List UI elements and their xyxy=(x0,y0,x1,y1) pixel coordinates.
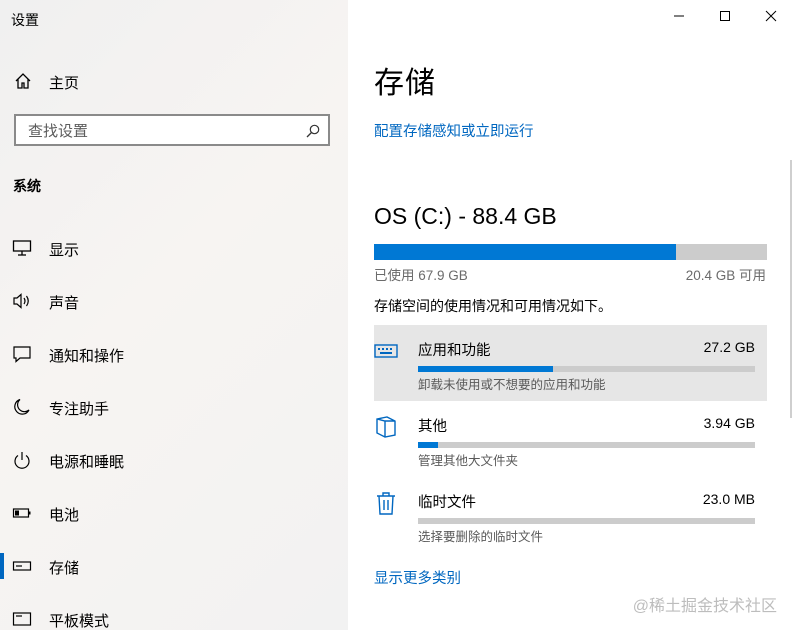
home-icon xyxy=(15,73,31,89)
sidebar-item-power[interactable]: 电源和睡眠 xyxy=(0,440,348,480)
search-box[interactable] xyxy=(14,114,330,146)
category-size: 27.2 GB xyxy=(703,339,755,355)
scrollbar[interactable] xyxy=(790,160,792,418)
sidebar-item-label: 声音 xyxy=(49,295,80,312)
power-icon xyxy=(14,452,30,469)
category-name: 其他 xyxy=(418,419,447,435)
sidebar-item-label: 存储 xyxy=(49,560,80,577)
minimize-icon xyxy=(674,15,684,17)
active-indicator xyxy=(0,553,4,579)
notification-icon xyxy=(13,346,31,363)
category-usage-bar xyxy=(418,366,755,372)
sidebar-item-label: 电源和睡眠 xyxy=(49,454,125,471)
category-apps-features[interactable]: 应用和功能 27.2 GB 卸载未使用或不想要的应用和功能 xyxy=(374,325,767,401)
moon-icon xyxy=(14,398,30,415)
show-more-categories-link[interactable]: 显示更多类别 xyxy=(374,567,461,588)
category-name: 临时文件 xyxy=(418,495,476,511)
sidebar-item-label: 通知和操作 xyxy=(49,348,125,365)
minimize-button[interactable] xyxy=(656,0,702,32)
category-usage-bar xyxy=(418,518,755,524)
maximize-icon xyxy=(720,11,730,21)
category-usage-fill xyxy=(418,442,439,448)
speaker-icon xyxy=(13,293,29,309)
storage-description: 存储空间的使用情况和可用情况如下。 xyxy=(374,298,612,314)
drive-usage-fill xyxy=(374,244,676,260)
sidebar-item-display[interactable]: 显示 xyxy=(0,228,348,268)
sidebar-item-label: 平板模式 xyxy=(49,613,110,630)
sidebar-item-tablet-mode[interactable]: 平板模式 xyxy=(0,599,348,639)
monitor-icon xyxy=(12,240,32,256)
close-icon xyxy=(765,10,777,22)
main-pane: 存储 配置存储感知或立即运行 OS (C:) - 88.4 GB 已使用 67.… xyxy=(348,0,795,630)
sidebar: 设置 主页 系统 显示 声音 通知和操作 xyxy=(0,0,348,630)
category-usage-fill xyxy=(418,366,553,372)
category-subtitle: 管理其他大文件夹 xyxy=(418,454,519,468)
battery-icon xyxy=(12,508,31,518)
search-input[interactable] xyxy=(26,121,290,141)
close-button[interactable] xyxy=(748,0,794,32)
sidebar-item-sound[interactable]: 声音 xyxy=(0,281,348,321)
folder-icon xyxy=(376,416,396,438)
sidebar-item-focus-assist[interactable]: 专注助手 xyxy=(0,387,348,427)
maximize-button[interactable] xyxy=(702,0,748,32)
category-name: 应用和功能 xyxy=(418,343,491,359)
category-usage-bar xyxy=(418,442,755,448)
drive-title: OS (C:) - 88.4 GB xyxy=(374,203,557,229)
trash-icon xyxy=(377,492,395,515)
configure-storage-sense-link[interactable]: 配置存储感知或立即运行 xyxy=(374,120,534,141)
category-subtitle: 选择要删除的临时文件 xyxy=(418,530,544,544)
keyboard-icon xyxy=(374,344,398,358)
section-heading: 系统 xyxy=(13,178,41,194)
category-temp-files[interactable]: 临时文件 23.0 MB 选择要删除的临时文件 xyxy=(374,477,767,553)
free-space-label: 20.4 GB 可用 xyxy=(685,268,766,283)
category-size: 23.0 MB xyxy=(702,491,755,507)
sidebar-item-storage[interactable]: 存储 xyxy=(0,546,348,586)
storage-icon xyxy=(12,561,32,571)
page-title: 存储 xyxy=(374,67,436,100)
sidebar-item-label: 显示 xyxy=(49,242,80,259)
category-other[interactable]: 其他 3.94 GB 管理其他大文件夹 xyxy=(374,401,767,477)
sidebar-item-label: 专注助手 xyxy=(49,401,110,418)
sidebar-item-label: 主页 xyxy=(49,75,80,92)
search-icon[interactable] xyxy=(306,124,320,138)
used-space-label: 已使用 67.9 GB xyxy=(374,268,468,283)
sidebar-item-label: 电池 xyxy=(49,507,80,524)
sidebar-item-battery[interactable]: 电池 xyxy=(0,493,348,533)
sidebar-item-notifications[interactable]: 通知和操作 xyxy=(0,334,348,374)
category-size: 3.94 GB xyxy=(703,415,755,431)
watermark: @稀土掘金技术社区 xyxy=(632,598,777,615)
category-subtitle: 卸载未使用或不想要的应用和功能 xyxy=(418,378,606,392)
sidebar-item-home[interactable]: 主页 xyxy=(0,64,348,98)
tablet-icon xyxy=(12,612,32,626)
drive-usage-bar xyxy=(374,244,767,260)
app-title: 设置 xyxy=(11,12,39,28)
